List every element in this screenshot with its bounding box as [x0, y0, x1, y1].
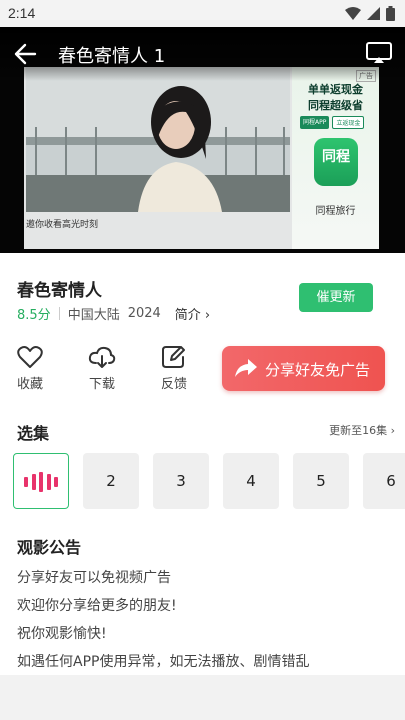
status-time: 2:14: [8, 5, 36, 21]
ad-app-icon: 同程: [314, 138, 358, 186]
notice-line: 分享好友可以免视频广告: [17, 570, 171, 586]
year: 2024: [127, 306, 161, 321]
cloud-download-icon: [88, 346, 116, 368]
status-icons: [345, 6, 395, 21]
bottom-bar: [0, 675, 405, 720]
ad-headline-2: 同程超级省: [308, 99, 363, 112]
playing-bars-icon: [24, 472, 58, 492]
heart-icon: [17, 346, 43, 368]
share-friends-button[interactable]: 分享好友免广告: [222, 346, 385, 391]
ad-app-icon-text: 同程: [322, 149, 350, 165]
episodes-title: 选集: [17, 424, 50, 443]
video-ad[interactable]: 邀你收看高光时刻 广告 单单返现金 同程超级省 同程APP 立返现金 同程 同程…: [24, 67, 379, 249]
show-meta: 8.5分 中国大陆 2024 简介 ›: [17, 304, 210, 323]
episodes-more-link[interactable]: 更新至16集 ›: [329, 422, 395, 438]
wifi-icon: [345, 7, 361, 20]
notice-line: 欢迎你分享给更多的朋友!: [17, 598, 177, 614]
share-arrow-icon: [235, 359, 257, 377]
show-title: 春色寄情人: [17, 281, 102, 301]
download-label: 下载: [88, 377, 115, 392]
intro-link[interactable]: 简介 ›: [175, 304, 210, 323]
episode-4[interactable]: 4: [223, 453, 279, 509]
cast-icon[interactable]: [365, 41, 393, 65]
status-bar: 2:14: [0, 0, 405, 27]
meta-divider: [58, 307, 60, 320]
ad-chip-app: 同程APP: [300, 116, 330, 129]
feedback-label: 反馈: [160, 377, 187, 392]
feedback-button[interactable]: 反馈: [152, 345, 196, 392]
episode-1-playing[interactable]: [13, 453, 69, 509]
episode-5[interactable]: 5: [293, 453, 349, 509]
player-title: 春色寄情人 1: [58, 46, 166, 67]
collect-button[interactable]: 收藏: [8, 345, 52, 392]
ad-brand: 同程旅行: [315, 206, 356, 217]
ad-video-area: 邀你收看高光时刻: [24, 67, 292, 249]
notice-line: 祝你观影愉快!: [17, 626, 107, 642]
signal-icon: [367, 7, 380, 20]
back-arrow-icon[interactable]: [12, 41, 38, 67]
episode-6[interactable]: 6: [363, 453, 405, 509]
download-button[interactable]: 下载: [80, 345, 124, 392]
video-player[interactable]: 邀你收看高光时刻 广告 单单返现金 同程超级省 同程APP 立返现金 同程 同程…: [0, 27, 405, 253]
battery-icon: [386, 6, 395, 21]
ad-caption: 邀你收看高光时刻: [26, 220, 99, 230]
episode-3[interactable]: 3: [153, 453, 209, 509]
notice-title: 观影公告: [17, 538, 82, 557]
ad-headline-1: 单单返现金: [308, 83, 363, 96]
ad-movie-still: [26, 67, 290, 212]
share-label: 分享好友免广告: [265, 361, 371, 379]
request-update-button[interactable]: 催更新: [299, 283, 373, 312]
ad-banner[interactable]: 广告 单单返现金 同程超级省 同程APP 立返现金 同程 同程旅行: [292, 67, 379, 249]
collect-label: 收藏: [16, 377, 43, 392]
edit-icon: [162, 346, 185, 368]
region: 中国大陆: [67, 308, 120, 323]
episode-2[interactable]: 2: [83, 453, 139, 509]
rating: 8.5分: [17, 308, 51, 323]
ad-chip-cashback: 立返现金: [332, 116, 365, 129]
ad-chips: 同程APP 立返现金: [300, 116, 365, 129]
notice-line: 如遇任何APP使用异常，如无法播放、剧情错乱: [17, 654, 310, 670]
